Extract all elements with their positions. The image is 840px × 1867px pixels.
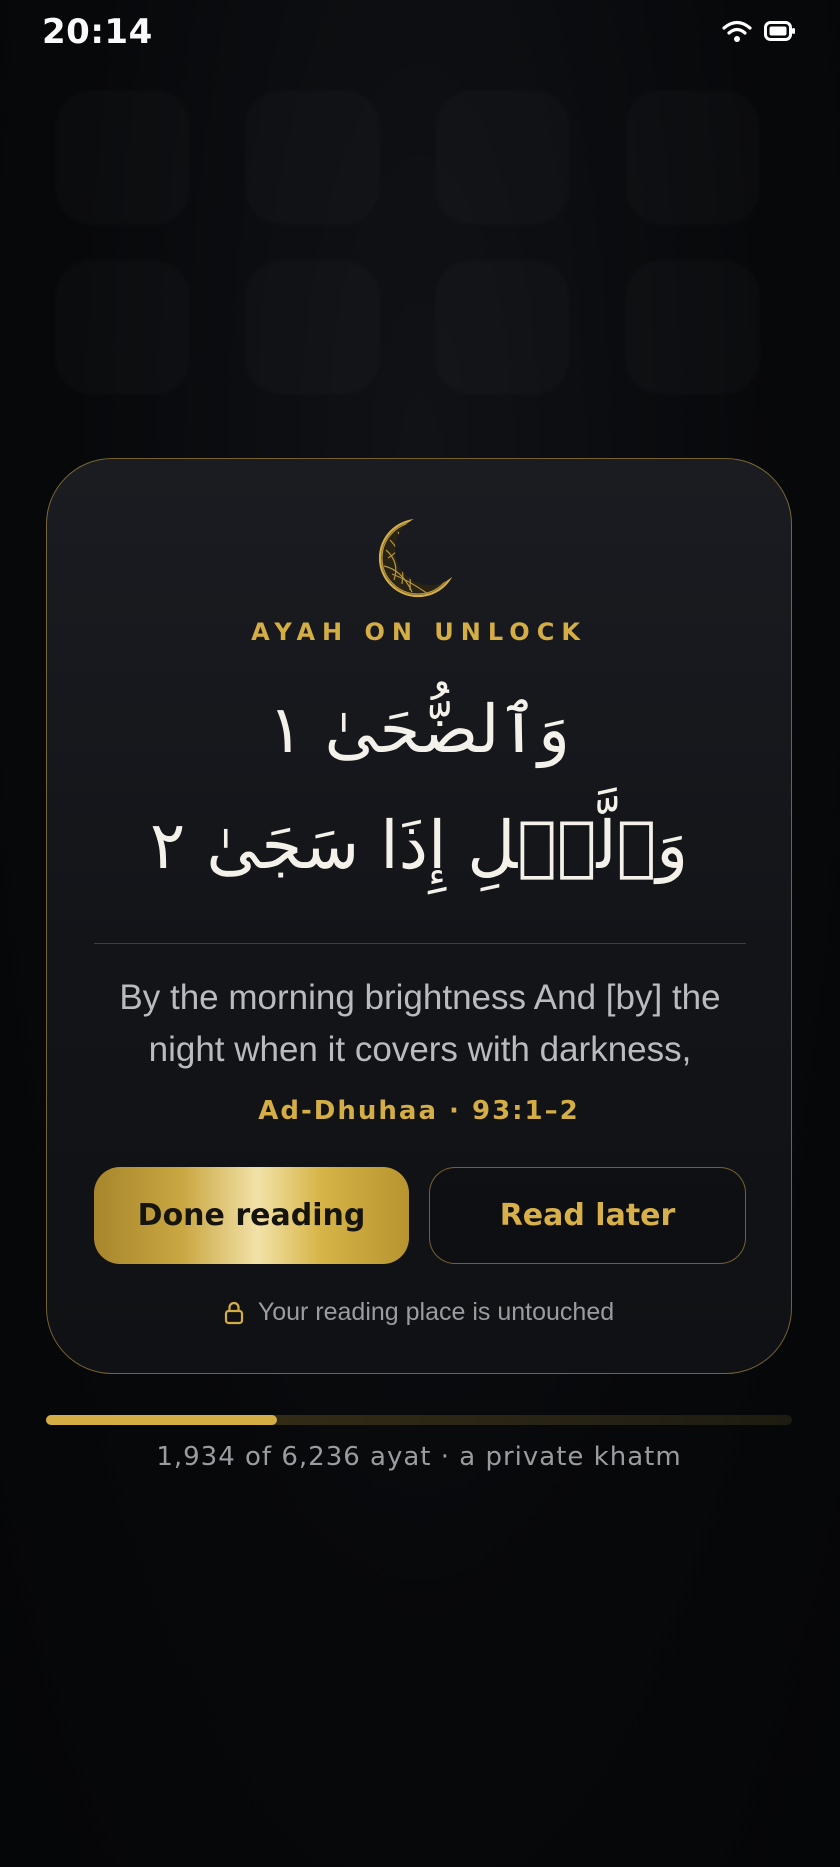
surah-reference: Ad-Dhuhaa · 93:1–2 <box>258 1096 580 1126</box>
app-tile <box>55 90 190 225</box>
verse-translation: By the morning brightness And [by] the n… <box>119 978 721 1069</box>
app-tile <box>55 260 190 395</box>
note-text: Your reading place is untouched <box>257 1298 615 1326</box>
app-tile <box>245 90 380 225</box>
app-tile <box>435 260 570 395</box>
blurred-home-screen-grid <box>55 90 785 390</box>
read-later-button[interactable]: Read later <box>429 1167 746 1264</box>
lock-icon <box>224 1301 243 1324</box>
arabic-verse-line-2: وَٱلَّيۡلِ إِذَا سَجَىٰ ٢ <box>149 807 689 884</box>
wifi-icon <box>722 20 752 42</box>
status-bar: 20:14 <box>0 0 840 70</box>
app-tile <box>245 260 380 395</box>
reading-place-note: Your reading place is untouched <box>46 1298 792 1327</box>
app-tile <box>435 90 570 225</box>
progress-fill <box>46 1415 278 1425</box>
status-time: 20:14 <box>42 12 153 52</box>
crescent-moon-icon <box>378 518 458 598</box>
divider <box>94 943 746 944</box>
battery-icon <box>764 21 795 41</box>
app-tile <box>625 90 760 225</box>
arabic-verse-line-1: وَٱلضُّحَىٰ ١ <box>268 691 570 768</box>
done-reading-button[interactable]: Done reading <box>94 1167 409 1264</box>
card-eyebrow-title: AYAH ON UNLOCK <box>251 618 587 646</box>
progress-caption: 1,934 of 6,236 ayat · a private khatm <box>156 1442 682 1472</box>
khatm-progress-bar <box>46 1415 792 1425</box>
app-tile <box>625 260 760 395</box>
